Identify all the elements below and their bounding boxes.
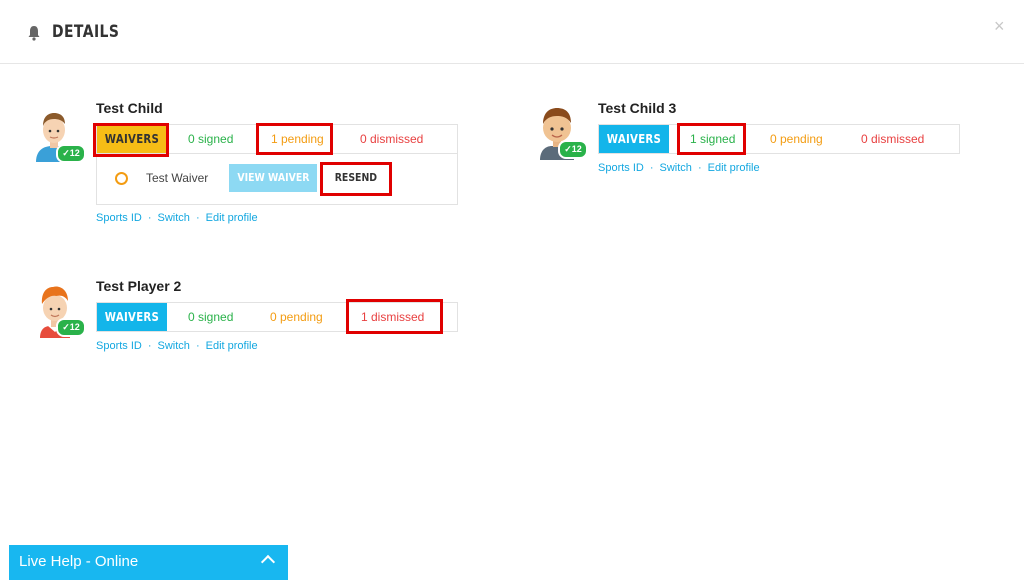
edit-profile-link[interactable]: Edit profile	[206, 340, 258, 352]
sports-id-link[interactable]: Sports ID	[598, 162, 644, 174]
signed-count[interactable]: 1 signed	[690, 125, 735, 153]
modal-header: DETAILS ×	[0, 0, 1024, 64]
edit-profile-link[interactable]: Edit profile	[708, 162, 760, 174]
pending-count[interactable]: 0 pending	[270, 303, 323, 331]
live-help-bar[interactable]: Live Help - Online	[9, 545, 288, 580]
player-name: Test Player 2	[96, 278, 182, 294]
sports-id-link[interactable]: Sports ID	[96, 212, 142, 224]
switch-link[interactable]: Switch	[660, 162, 692, 174]
edit-profile-link[interactable]: Edit profile	[206, 212, 258, 224]
avatar: ✓12	[534, 106, 588, 160]
signed-count[interactable]: 0 signed	[188, 125, 233, 153]
waivers-button[interactable]: WAIVERS	[97, 303, 167, 331]
waiver-name: Test Waiver	[146, 171, 209, 185]
waiver-status-bar: WAIVERS 0 signed 0 pending 1 dismissed	[96, 302, 458, 332]
waiver-status-bar: WAIVERS 0 signed 1 pending 0 dismissed	[96, 124, 458, 154]
chevron-up-icon[interactable]	[260, 554, 276, 570]
close-icon[interactable]: ×	[994, 16, 1005, 37]
waiver-detail-panel: Test Waiver VIEW WAIVER RESEND	[96, 154, 458, 205]
avatar: ✓12	[32, 284, 86, 338]
waiver-status-bar: WAIVERS 1 signed 0 pending 0 dismissed	[598, 124, 960, 154]
switch-link[interactable]: Switch	[158, 340, 190, 352]
sports-id-link[interactable]: Sports ID	[96, 340, 142, 352]
player-name: Test Child	[96, 100, 163, 116]
profile-links: Sports ID · Switch · Edit profile	[96, 340, 258, 352]
clock-icon	[115, 172, 128, 185]
age-badge: ✓12	[56, 144, 86, 163]
dismissed-count[interactable]: 0 dismissed	[861, 125, 924, 153]
signed-count[interactable]: 0 signed	[188, 303, 233, 331]
player-name: Test Child 3	[598, 100, 677, 116]
switch-link[interactable]: Switch	[158, 212, 190, 224]
waivers-button[interactable]: WAIVERS	[97, 125, 167, 153]
profile-links: Sports ID · Switch · Edit profile	[96, 212, 258, 224]
dismissed-count[interactable]: 0 dismissed	[360, 125, 423, 153]
waivers-button[interactable]: WAIVERS	[599, 125, 669, 153]
age-badge: ✓12	[558, 140, 588, 159]
age-badge: ✓12	[56, 318, 86, 337]
resend-button[interactable]: RESEND	[321, 164, 391, 192]
pending-count[interactable]: 1 pending	[271, 125, 324, 153]
view-waiver-button[interactable]: VIEW WAIVER	[229, 164, 317, 192]
avatar: ✓12	[32, 110, 86, 163]
dismissed-count[interactable]: 1 dismissed	[361, 303, 424, 331]
profile-links: Sports ID · Switch · Edit profile	[598, 162, 760, 174]
pending-count[interactable]: 0 pending	[770, 125, 823, 153]
page-title: DETAILS	[52, 22, 120, 42]
bell-icon	[28, 26, 40, 41]
live-help-label: Live Help - Online	[19, 553, 139, 570]
